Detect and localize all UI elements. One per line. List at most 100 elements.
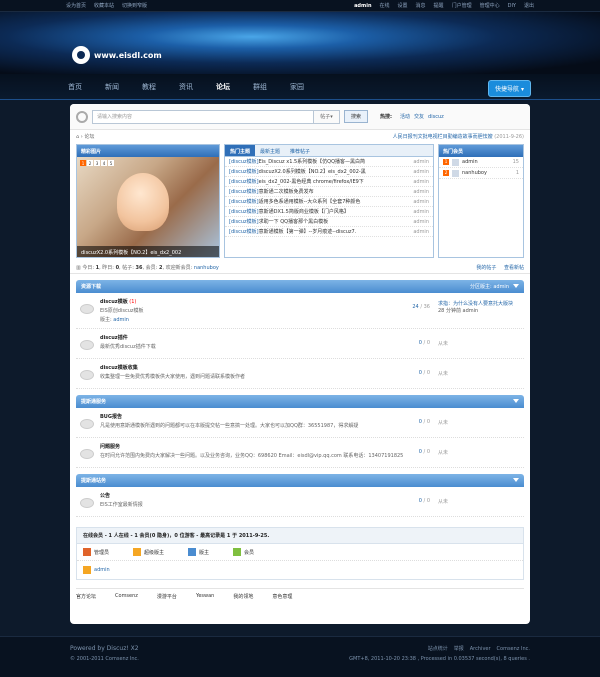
last-post-title[interactable]: 求指：为什么没有人要意托大版块 (438, 300, 520, 307)
forum-name[interactable]: discuz插件 (100, 334, 410, 341)
friend-link[interactable]: 官方论坛 (76, 593, 96, 600)
top-link[interactable]: 收藏本站 (94, 3, 114, 9)
nav-item[interactable]: 家园 (288, 76, 306, 98)
quick-nav-button[interactable]: 快捷导航 ▾ (488, 80, 531, 97)
topic-category[interactable]: [discuz模板] (229, 219, 259, 225)
nav-item[interactable]: 新闻 (103, 76, 121, 98)
top-link[interactable]: 退出 (524, 3, 534, 9)
nav-item[interactable]: 资讯 (177, 76, 195, 98)
top-link[interactable]: 切换到窄版 (122, 3, 147, 9)
slide-page-button[interactable]: 5 (108, 160, 114, 166)
friend-link[interactable]: Comsenz (115, 593, 138, 600)
topic-tab[interactable]: 推荐帖子 (285, 145, 315, 156)
topic-title[interactable]: [discuz模板]意斯通DX1.5简版商业模板【门户风格】 (229, 208, 399, 215)
member-name[interactable]: admin (462, 159, 513, 165)
topic-title[interactable]: [discuz模板]意斯通模板【第一弹】--岁月痕迹--discuz7. (229, 228, 399, 235)
topic-row[interactable]: [discuz模板]求助一下 QQ播客那个黑白模板 admin (225, 217, 433, 227)
footer-link[interactable]: Archiver (470, 646, 491, 652)
nav-item[interactable]: 论坛 (214, 76, 232, 98)
collapse-arrow-icon[interactable] (513, 284, 519, 288)
topic-author[interactable]: admin (413, 179, 429, 185)
footer-link[interactable]: 举报 (454, 646, 464, 652)
forum-name[interactable]: BUG报告 (100, 413, 410, 420)
slide-page-button[interactable]: 4 (101, 160, 107, 166)
nav-item[interactable]: 群组 (251, 76, 269, 98)
section-header[interactable]: 资源下载 分区版主: admin (76, 280, 524, 293)
section-title[interactable]: 提斯通服务 (81, 398, 106, 405)
section-title[interactable]: 提斯通站务 (81, 477, 106, 484)
last-post-user[interactable]: admin (463, 308, 479, 314)
collapse-arrow-icon[interactable] (513, 477, 519, 482)
top-link[interactable]: 在线 (380, 3, 390, 9)
section-header[interactable]: 提斯通服务 (76, 395, 524, 408)
topic-category[interactable]: [discuz模板] (229, 199, 259, 205)
newest-member-link[interactable]: nanhuboy (194, 265, 219, 271)
topic-title[interactable]: [discuz模板]适用多色系通用模板--大众系列【全套7种颜色 (229, 198, 399, 205)
slide-page-button[interactable]: 3 (94, 160, 100, 166)
username-link[interactable]: admin (354, 3, 371, 9)
forum-name-text[interactable]: 问题服务 (100, 444, 120, 450)
friend-link[interactable]: 意色意理 (272, 593, 292, 600)
friend-link[interactable]: 漫游平台 (157, 593, 177, 600)
topic-category[interactable]: [discuz模板] (229, 229, 259, 235)
forum-name-text[interactable]: discuz模板收集 (100, 365, 138, 371)
forum-name-text[interactable]: discuz插件 (100, 335, 128, 341)
topic-row[interactable]: [discuz模板]适用多色系通用模板--大众系列【全套7种颜色 admin (225, 197, 433, 207)
topic-category[interactable]: [discuz模板] (229, 179, 259, 185)
topic-author[interactable]: admin (413, 189, 429, 195)
top-link[interactable]: 消息 (416, 3, 426, 9)
topic-author[interactable]: admin (413, 169, 429, 175)
slide-page-button[interactable]: 1 (80, 160, 86, 166)
top-link[interactable]: DIY (508, 3, 516, 9)
hot-search-link[interactable]: 活动 (400, 114, 410, 120)
friend-link[interactable]: 我的领地 (233, 593, 253, 600)
forum-name[interactable]: discuz模板 (1) (100, 298, 410, 305)
topic-category[interactable]: [discuz模板] (229, 159, 259, 165)
topic-row[interactable]: [discuz模板]Eis_Discuz x1.5系列模板【仿QQ播客—黑白简 a… (225, 157, 433, 167)
featured-slide[interactable]: 12345 discuzX2.0系列模板【NO.2】eis_dx2_002 (77, 157, 219, 257)
online-user-link[interactable]: admin (94, 567, 110, 573)
topic-author[interactable]: admin (413, 199, 429, 205)
forum-name-text[interactable]: discuz模板 (100, 299, 128, 305)
forum-name-text[interactable]: BUG报告 (100, 414, 122, 420)
friend-link[interactable]: Yeswan (196, 593, 214, 600)
member-name[interactable]: nanhuboy (462, 170, 516, 176)
footer-link[interactable]: Comsenz Inc. (497, 646, 530, 652)
breadcrumb-current[interactable]: 论坛 (84, 134, 94, 140)
topic-row[interactable]: [discuz模板]意斯通二次模板免费发布 admin (225, 187, 433, 197)
search-button[interactable]: 搜索 (344, 110, 369, 123)
topic-row[interactable]: [discuz模板]eis_dx2_002-黑色经典 chrome/firefo… (225, 177, 433, 187)
hot-search-link[interactable]: 交友 (414, 114, 424, 120)
topic-title[interactable]: [discuz模板]Eis_Discuz x1.5系列模板【仿QQ播客—黑白简 (229, 158, 399, 165)
member-row[interactable]: 2 nanhuboy 1 (439, 168, 523, 179)
hot-search-link[interactable]: discuz (428, 114, 444, 120)
topic-tab[interactable]: 最新主题 (255, 145, 285, 156)
top-link[interactable]: 门户管理 (452, 3, 472, 9)
search-scope-select[interactable]: 帖子 ▾ (314, 109, 340, 124)
topic-title[interactable]: [discuz模板]意斯通二次模板免费发布 (229, 188, 399, 195)
slide-page-button[interactable]: 2 (87, 160, 93, 166)
footer-link[interactable]: 站点统计 (428, 646, 448, 652)
topic-row[interactable]: [discuz模板]意斯通DX1.5简版商业模板【门户风格】 admin (225, 207, 433, 217)
member-row[interactable]: 1 admin 15 (439, 157, 523, 168)
top-link[interactable]: 设为首页 (66, 3, 86, 9)
topic-title[interactable]: [discuz模板]discuzX2.0系列模板【NO.2】eis_dx2_00… (229, 168, 399, 175)
topic-author[interactable]: admin (413, 209, 429, 215)
news-ticker[interactable]: 人民日报刊文批电视栏目勤编造故事而胆怯嫂 (2011-9-26) (393, 133, 524, 140)
topic-title[interactable]: [discuz模板]求助一下 QQ播客那个黑白模板 (229, 218, 399, 225)
forum-name-text[interactable]: 公告 (100, 493, 110, 499)
forum-mod-link[interactable]: admin (113, 317, 129, 323)
topic-tab[interactable]: 热门主题 (225, 145, 256, 156)
topic-title[interactable]: [discuz模板]eis_dx2_002-黑色经典 chrome/firefo… (229, 178, 399, 185)
top-link[interactable]: 管理中心 (480, 3, 500, 9)
topic-author[interactable]: admin (413, 229, 429, 235)
topic-category[interactable]: [discuz模板] (229, 169, 259, 175)
new-posts-link[interactable]: 查看新帖 (504, 265, 524, 271)
section-mod-link[interactable]: admin (493, 284, 509, 290)
my-posts-link[interactable]: 我的帖子 (476, 265, 496, 271)
topic-author[interactable]: admin (413, 219, 429, 225)
topic-row[interactable]: [discuz模板]意斯通模板【第一弹】--岁月痕迹--discuz7. admi… (225, 227, 433, 237)
top-link[interactable]: 提醒 (434, 3, 444, 9)
section-title[interactable]: 资源下载 (81, 283, 101, 290)
collapse-arrow-icon[interactable] (513, 398, 519, 403)
